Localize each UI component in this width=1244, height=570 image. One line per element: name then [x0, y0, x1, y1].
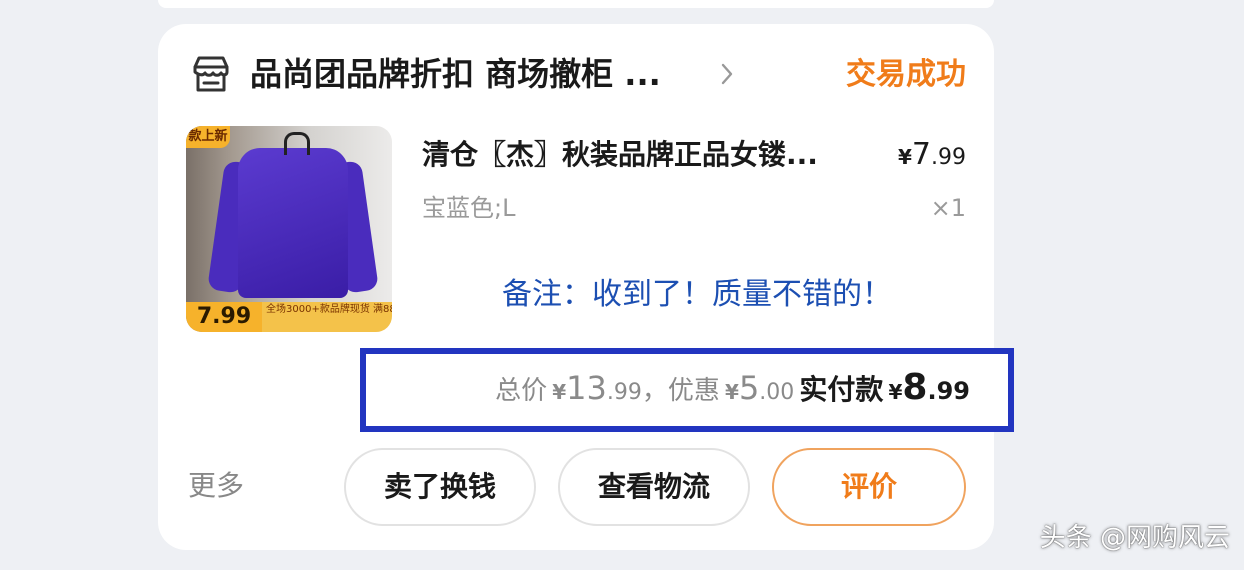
price-currency: ¥: [897, 145, 912, 169]
chevron-right-icon[interactable]: [718, 62, 736, 86]
sell-button[interactable]: 卖了换钱: [344, 448, 536, 526]
shop-name-link[interactable]: 品尚团品牌折扣 商场撤柜 ...: [250, 53, 661, 95]
previous-card-edge: [158, 0, 994, 8]
price-decimal: .99: [931, 145, 966, 170]
total-integer: 13: [566, 369, 607, 407]
more-button[interactable]: 更多: [188, 466, 244, 506]
discount-currency: ¥: [725, 380, 739, 404]
paid-currency: ¥: [888, 380, 903, 404]
thumbnail-new-badge: 款上新: [186, 126, 230, 148]
order-note-text: 备注：收到了！质量不错的！: [502, 277, 892, 312]
discount-decimal: .00: [759, 380, 795, 405]
order-status: 交易成功: [846, 57, 966, 92]
discount-integer: 5: [738, 369, 760, 407]
review-button[interactable]: 评价: [772, 448, 966, 526]
product-thumbnail[interactable]: 款上新 7.99 全场3000+款品牌现货 满88元包邮 满200-10: [186, 126, 392, 332]
hanger-icon: [284, 132, 310, 155]
view-logistics-button[interactable]: 查看物流: [558, 448, 750, 526]
price-summary: 总价 ¥13.99，优惠 ¥5.00 实付款 ¥8.99: [410, 362, 970, 414]
watermark-text: 头条 @网购风云: [1039, 523, 1230, 553]
price-integer: 7: [911, 137, 931, 172]
thumbnail-promo-text: 全场3000+款品牌现货 满88元包邮 满200-10: [262, 302, 392, 332]
total-label: 总价: [495, 376, 548, 406]
thumbnail-price-tag: 7.99: [186, 302, 262, 332]
discount-label: 优惠: [667, 376, 720, 406]
paid-decimal: .99: [927, 377, 970, 405]
total-decimal: .99: [606, 380, 642, 405]
product-price: ¥7.99: [870, 134, 966, 176]
total-currency: ¥: [552, 380, 567, 404]
product-quantity: ×1: [930, 194, 966, 222]
product-spec: 宝蓝色;L: [422, 194, 516, 222]
summary-separator: ，: [641, 376, 668, 406]
paid-integer: 8: [902, 367, 928, 408]
garment-body: [238, 148, 348, 298]
paid-label: 实付款: [799, 373, 884, 406]
product-title[interactable]: 清仓〖杰〗秋装品牌正品女镂...: [422, 134, 818, 176]
store-icon: [193, 56, 229, 92]
